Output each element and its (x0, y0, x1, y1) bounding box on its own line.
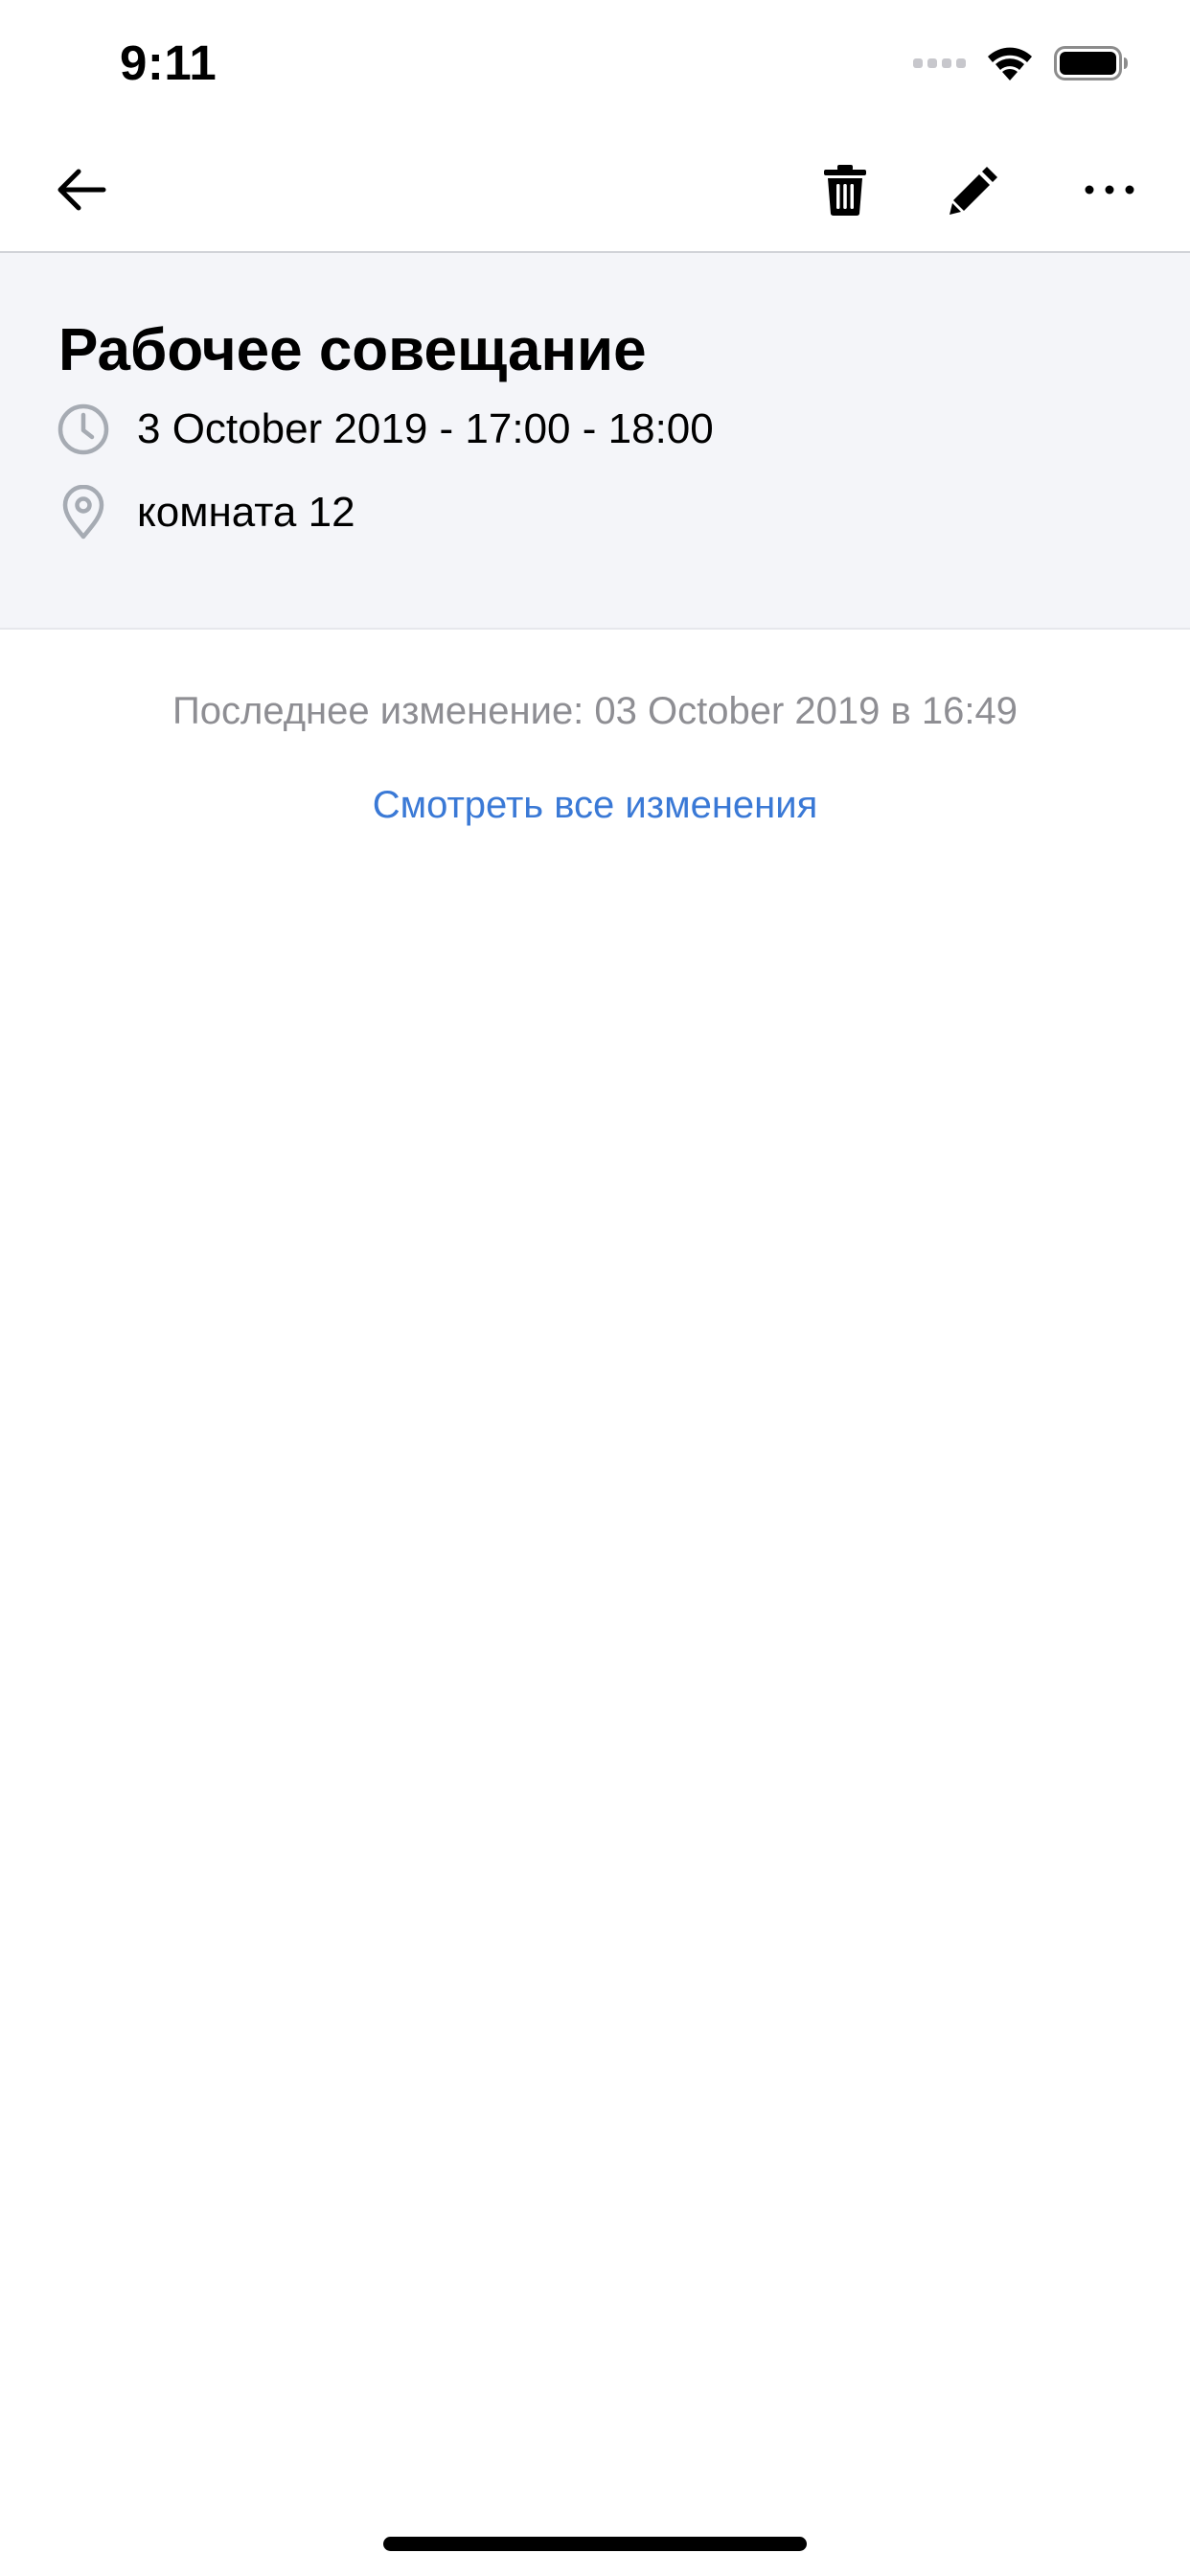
event-title: Рабочее совещание (58, 317, 647, 383)
status-time: 9:11 (120, 35, 217, 90)
view-all-changes-link[interactable]: Смотреть все изменения (0, 784, 1190, 827)
event-datetime-row: 3 October 2019 - 17:00 - 18:00 (56, 401, 714, 458)
last-change-text: Последнее изменение: 03 October 2019 в 1… (172, 690, 1018, 732)
event-header: Рабочее совещание 3 October 2019 - 17:00… (0, 253, 1190, 630)
event-datetime: 3 October 2019 - 17:00 - 18:00 (137, 405, 714, 452)
trash-icon (824, 165, 866, 216)
edit-button[interactable] (936, 151, 1013, 228)
battery-icon (1054, 46, 1128, 80)
status-bar: 9:11 (0, 0, 1190, 126)
event-location: комната 12 (137, 489, 355, 536)
wifi-icon (988, 47, 1032, 80)
event-details-screen: 9:11 Рабочее совещание 3 October 2019 - … (0, 0, 1190, 2576)
clock-icon (56, 402, 111, 457)
more-button[interactable] (1071, 151, 1148, 228)
toolbar (0, 126, 1190, 253)
signal-dots-icon (913, 58, 966, 68)
location-pin-icon (56, 485, 111, 540)
event-location-row: комната 12 (56, 484, 355, 541)
back-button[interactable] (42, 151, 119, 228)
pencil-icon (950, 167, 997, 215)
arrow-left-icon (57, 169, 106, 211)
delete-button[interactable] (807, 151, 883, 228)
status-icons (913, 42, 1129, 84)
ellipsis-icon (1085, 185, 1134, 195)
home-indicator[interactable] (383, 2537, 807, 2551)
